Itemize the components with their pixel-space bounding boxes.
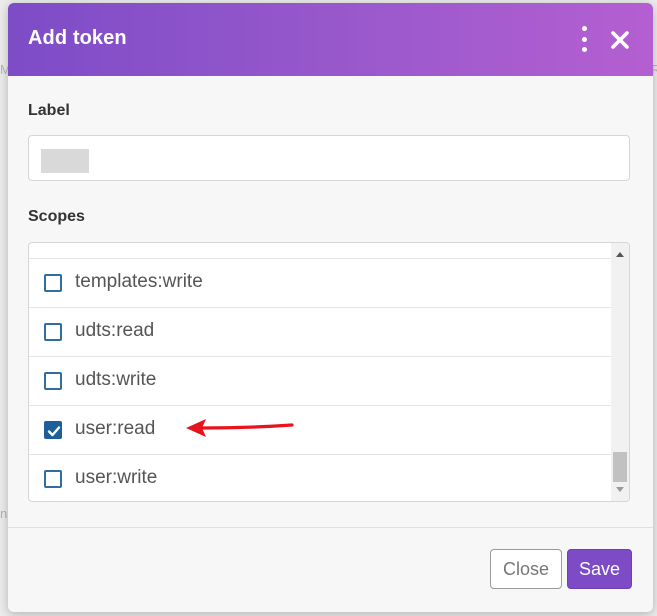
scroll-thumb[interactable] xyxy=(613,452,627,482)
background-text-fragment: n xyxy=(0,506,8,521)
kebab-dot xyxy=(581,36,587,42)
redacted-value xyxy=(41,149,89,173)
checkbox[interactable] xyxy=(44,274,62,292)
scope-item-user-read[interactable]: user:read xyxy=(29,405,611,454)
scopes-list-viewport[interactable]: templates:write udts:read udts:write use… xyxy=(29,243,611,501)
scopes-scrollbar[interactable] xyxy=(611,243,629,501)
scopes-list: templates:write udts:read udts:write use… xyxy=(28,242,630,502)
scope-label: templates:write xyxy=(75,271,203,292)
add-token-dialog: Add token Label Scopes templates:write u… xyxy=(8,3,653,612)
close-button[interactable]: Close xyxy=(490,549,562,589)
footer-divider xyxy=(8,527,653,528)
scopes-label: Scopes xyxy=(28,208,85,225)
kebab-menu-icon[interactable] xyxy=(578,26,590,52)
checkbox[interactable] xyxy=(44,323,62,341)
close-icon[interactable] xyxy=(610,30,630,50)
label-field-label: Label xyxy=(28,102,70,119)
label-input[interactable] xyxy=(28,135,630,181)
kebab-dot xyxy=(581,47,587,52)
scroll-down-arrow-icon[interactable] xyxy=(616,487,624,492)
scope-item-user-write[interactable]: user:write xyxy=(29,454,611,501)
checkbox[interactable] xyxy=(44,470,62,488)
save-button[interactable]: Save xyxy=(567,549,632,589)
kebab-dot xyxy=(581,26,587,31)
scroll-up-arrow-icon[interactable] xyxy=(616,252,624,257)
scope-label: user:write xyxy=(75,467,158,488)
scope-item-udts-write[interactable]: udts:write xyxy=(29,356,611,405)
scope-label: udts:read xyxy=(75,320,155,341)
checkbox-checked[interactable] xyxy=(44,421,62,439)
scope-item-templates-write[interactable]: templates:write xyxy=(29,258,611,307)
scope-item-udts-read[interactable]: udts:read xyxy=(29,307,611,356)
dialog-header: Add token xyxy=(8,3,653,76)
scope-label: user:read xyxy=(75,418,156,439)
checkbox[interactable] xyxy=(44,372,62,390)
scope-label: udts:write xyxy=(75,369,157,390)
red-arrow-annotation xyxy=(186,419,294,437)
checkmark-icon xyxy=(47,426,61,437)
dialog-title: Add token xyxy=(28,27,127,49)
